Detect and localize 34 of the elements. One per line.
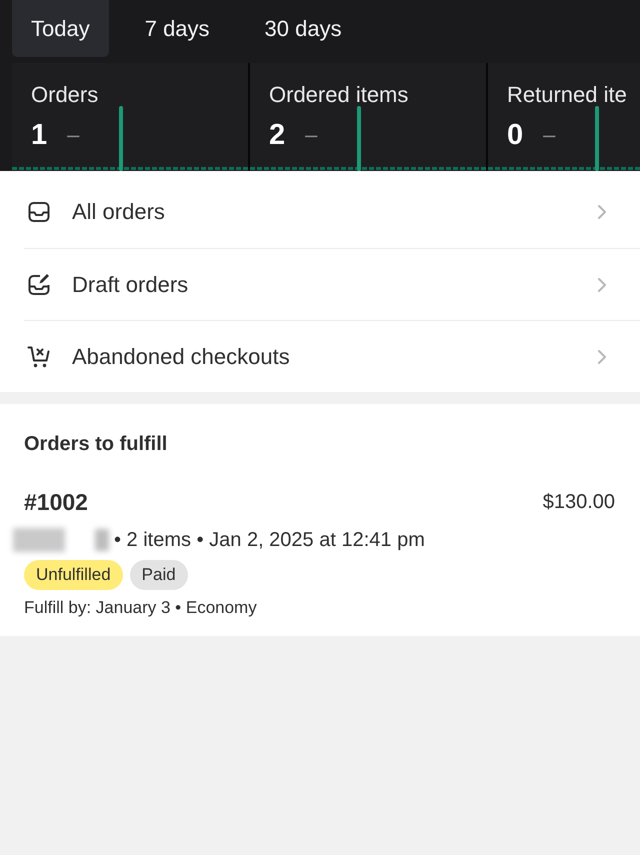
stat-card[interactable]: Orders 1 –: [12, 63, 248, 171]
fulfill-by-text: Fulfill by: January 3 • Economy: [24, 597, 257, 619]
order-total: $130.00: [542, 490, 615, 514]
chevron-icon: [597, 204, 607, 220]
menu-item[interactable]: Abandoned checkouts: [24, 320, 640, 392]
status-badge: Unfulfilled: [24, 560, 123, 590]
period-tab[interactable]: 30 days: [246, 0, 361, 57]
stat-card[interactable]: Ordered items 2 –: [250, 63, 486, 171]
draft-icon: [27, 272, 51, 296]
stat-label: Orders: [31, 82, 98, 108]
menu-item[interactable]: All orders: [24, 176, 640, 248]
status-badge: Paid: [130, 560, 188, 590]
order-number[interactable]: #1002: [24, 488, 88, 516]
stat-value: 0: [507, 118, 524, 152]
stat-value: 2: [269, 118, 286, 152]
period-tab[interactable]: Today: [12, 0, 109, 57]
chevron-icon: [597, 348, 607, 364]
menu-item[interactable]: Draft orders: [24, 248, 640, 320]
trend-text: –: [67, 121, 80, 149]
stat-value: 1: [31, 118, 48, 152]
cart-icon: [27, 344, 51, 368]
menu-label: Abandoned checkouts: [72, 344, 290, 370]
chevron-icon: [597, 276, 607, 292]
period-tab[interactable]: 7 days: [126, 0, 229, 57]
trend-text: –: [543, 121, 556, 149]
stat-label: Ordered items: [269, 82, 408, 108]
trend-text: –: [305, 121, 318, 149]
inbox-icon: [27, 200, 51, 224]
menu-label: Draft orders: [72, 272, 188, 298]
order-details: • 2 items • Jan 2, 2025 at 12:41 pm: [114, 528, 425, 552]
stat-card[interactable]: Returned ite 0 –: [488, 63, 640, 171]
menu-label: All orders: [72, 199, 165, 225]
section-title: Orders to fulfill: [24, 432, 168, 456]
stat-label: Returned ite: [507, 82, 627, 108]
